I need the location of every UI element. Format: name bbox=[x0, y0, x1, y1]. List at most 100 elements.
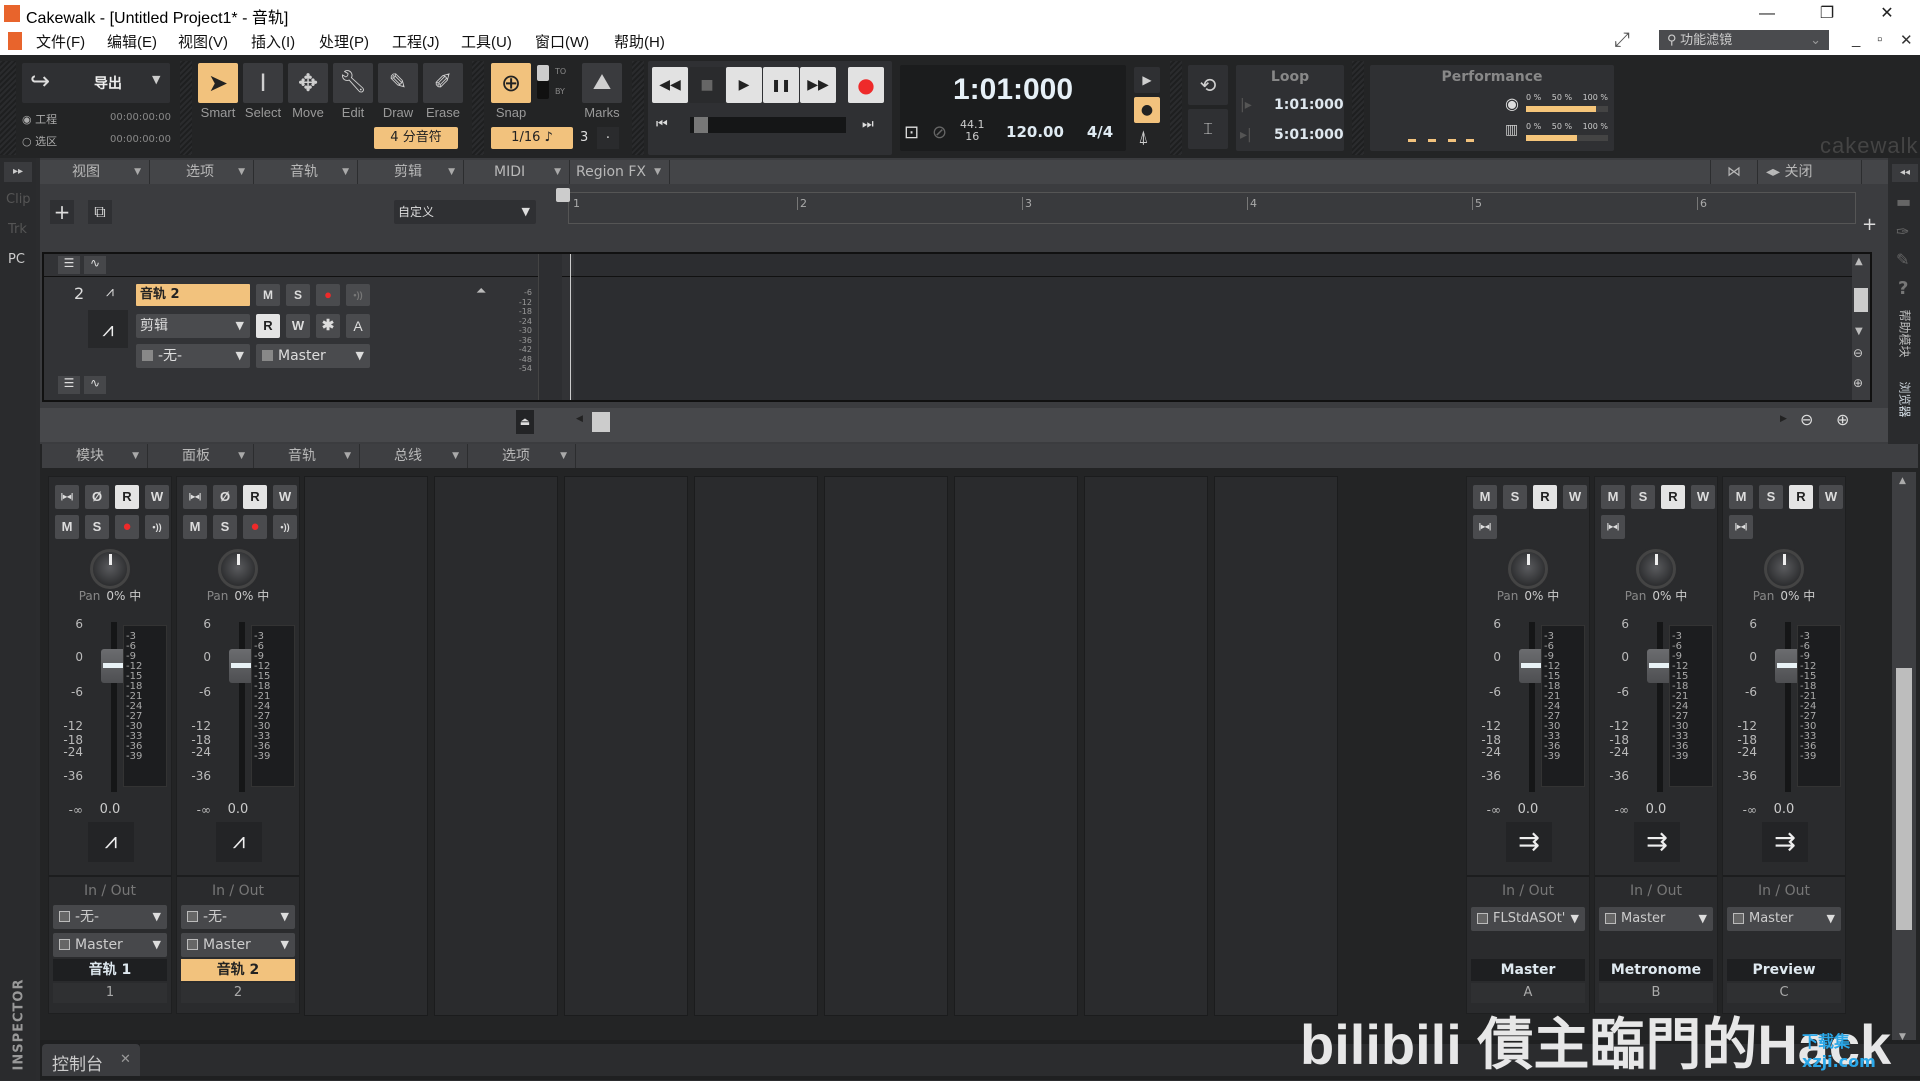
strip-output-dropdown[interactable]: Master ▼ bbox=[181, 933, 295, 957]
track-folder-icon[interactable]: ☰ bbox=[58, 376, 80, 394]
strip-read-button[interactable]: R bbox=[115, 485, 139, 509]
record-mode-button[interactable]: ● bbox=[1134, 97, 1160, 123]
now-time-marker[interactable] bbox=[556, 188, 570, 202]
track-folder-icon[interactable]: ☰ bbox=[58, 256, 80, 274]
metronome-icon[interactable]: ⍋ bbox=[1138, 127, 1149, 148]
menu-insert[interactable]: 插入(I) bbox=[251, 31, 295, 52]
track-edit-mode-dropdown[interactable]: 剪辑 ▼ bbox=[136, 314, 250, 338]
pan-knob[interactable] bbox=[1764, 549, 1804, 589]
loop-toggle-button[interactable]: ⟲ bbox=[1188, 65, 1228, 105]
strip-write-button[interactable]: W bbox=[145, 485, 169, 509]
bus-output-dropdown[interactable]: Master ▼ bbox=[1727, 907, 1841, 931]
close-tab-icon[interactable]: ✕ bbox=[120, 1052, 131, 1067]
midi-panic-icon[interactable]: ⊘ bbox=[932, 122, 947, 143]
menu-help[interactable]: 帮助(H) bbox=[614, 31, 665, 52]
strip-arm-button[interactable]: ● bbox=[115, 515, 139, 539]
strip-write-button[interactable]: W bbox=[273, 485, 297, 509]
rail-trk[interactable]: Trk bbox=[8, 222, 27, 237]
close-button[interactable]: ✕ bbox=[1864, 2, 1910, 26]
scroll-left-icon[interactable]: ◀ bbox=[576, 414, 583, 424]
track-echo-button[interactable]: •)) bbox=[346, 284, 370, 306]
inspector-tab[interactable]: INSPECTOR bbox=[12, 979, 27, 1071]
move-tool-button[interactable]: ✥ bbox=[288, 63, 328, 103]
menu-project[interactable]: 工程(J) bbox=[392, 31, 440, 52]
rail-clip[interactable]: Clip bbox=[6, 192, 31, 207]
menu-tools[interactable]: 工具(U) bbox=[461, 31, 512, 52]
bus-output-dropdown[interactable]: FLStdASOt' ▼ bbox=[1471, 907, 1585, 931]
automation-icon[interactable]: ∿ bbox=[84, 376, 106, 394]
bus-mute-button[interactable]: M bbox=[1601, 485, 1625, 509]
bus-name[interactable]: Preview bbox=[1727, 959, 1841, 981]
bus-read-button[interactable]: R bbox=[1661, 485, 1685, 509]
bus-solo-button[interactable]: S bbox=[1503, 485, 1527, 509]
bus-output-dropdown[interactable]: Master ▼ bbox=[1599, 907, 1713, 931]
strip-output-dropdown[interactable]: Master ▼ bbox=[53, 933, 167, 957]
mdi-minimize-button[interactable]: _ bbox=[1852, 31, 1860, 48]
fader-track[interactable] bbox=[1529, 622, 1535, 792]
track-fx-bypass-button[interactable]: ✱ bbox=[316, 314, 340, 338]
console-vertical-scrollbar[interactable]: ▲ ▼ bbox=[1892, 472, 1916, 1050]
smart-tool-button[interactable]: ➤ bbox=[198, 63, 238, 103]
bus-interleave-button[interactable]: |▸◂| bbox=[1601, 515, 1625, 539]
track-vertical-scrollbar[interactable]: ▲ ▼ ⊖ ⊕ bbox=[1852, 254, 1870, 400]
stop-button[interactable]: ■ bbox=[689, 67, 725, 103]
go-to-start-button[interactable]: ⏮ bbox=[656, 117, 668, 132]
volume-value[interactable]: 0.0 bbox=[49, 802, 171, 817]
track-read-automation-button[interactable]: R bbox=[256, 314, 280, 338]
scroll-right-icon[interactable]: ▶ bbox=[1780, 414, 1787, 424]
bus-read-button[interactable]: R bbox=[1533, 485, 1557, 509]
notes-icon[interactable]: ✎ bbox=[1896, 250, 1909, 269]
console-menu-modules[interactable]: 模块 ▼ bbox=[42, 444, 148, 468]
zoom-out-icon[interactable]: ⊖ bbox=[1853, 346, 1863, 360]
bus-name[interactable]: Master bbox=[1471, 959, 1585, 981]
ruler-add-button[interactable]: + bbox=[1862, 214, 1877, 235]
timeline-ruler[interactable]: 1 2 3 4 5 6 bbox=[568, 192, 1856, 224]
tv-crossfade-button[interactable]: ⋈ bbox=[1710, 160, 1758, 184]
export-button[interactable]: ↪ 导出 ▼ bbox=[22, 63, 170, 103]
pan-knob[interactable] bbox=[218, 549, 258, 589]
feature-filter-dropdown[interactable]: ⚲ 功能滤镜 ⌄ bbox=[1659, 30, 1829, 50]
erase-tool-button[interactable]: ✐ bbox=[423, 63, 463, 103]
bus-write-button[interactable]: W bbox=[1563, 485, 1587, 509]
strip-echo-button[interactable]: •)) bbox=[145, 515, 169, 539]
fullscreen-icon[interactable]: ⤢ bbox=[1614, 29, 1630, 52]
volume-value[interactable]: 0.0 bbox=[177, 802, 299, 817]
meter-display[interactable]: 4/4 bbox=[1078, 123, 1122, 141]
rewind-button[interactable]: ◀◀ bbox=[652, 67, 688, 103]
pan-knob[interactable] bbox=[1636, 549, 1676, 589]
play-options-button[interactable]: ▶ bbox=[1134, 67, 1160, 93]
note-duration-dropdown[interactable]: 4 分音符 bbox=[374, 127, 458, 149]
volume-value[interactable]: 0.0 bbox=[1595, 802, 1717, 817]
track-input-dropdown[interactable]: -无- ▼ bbox=[136, 344, 250, 368]
track-mute-button[interactable]: M bbox=[256, 284, 280, 306]
menu-process[interactable]: 处理(P) bbox=[319, 31, 369, 52]
tv-menu-tracks[interactable]: 音轨 ▼ bbox=[254, 160, 358, 184]
fader-track[interactable] bbox=[239, 622, 245, 792]
audio-engine-icon[interactable]: ⊡ bbox=[904, 122, 919, 143]
track-arm-button[interactable]: ● bbox=[316, 284, 340, 306]
track-archive-button[interactable]: A bbox=[346, 314, 370, 338]
tempo-display[interactable]: 120.00 bbox=[1000, 123, 1070, 141]
rail-pc[interactable]: PC bbox=[8, 252, 25, 267]
scroll-down-icon[interactable]: ▼ bbox=[1855, 326, 1863, 337]
bus-mute-button[interactable]: M bbox=[1473, 485, 1497, 509]
bus-read-button[interactable]: R bbox=[1789, 485, 1813, 509]
fader-track[interactable] bbox=[1657, 622, 1663, 792]
console-menu-options[interactable]: 选项 ▼ bbox=[468, 444, 576, 468]
volume-value[interactable]: 0.0 bbox=[1723, 802, 1845, 817]
snap-value-dropdown[interactable]: 1/16 ♪ bbox=[491, 127, 573, 149]
restore-button[interactable]: ❐ bbox=[1804, 2, 1850, 26]
console-menu-strips[interactable]: 面板 ▼ bbox=[148, 444, 254, 468]
strip-interleave-button[interactable]: |▸◂| bbox=[55, 485, 79, 509]
fast-forward-button[interactable]: ▶▶ bbox=[800, 67, 836, 103]
now-time[interactable]: 1:01:000 bbox=[900, 73, 1126, 107]
bus-write-button[interactable]: W bbox=[1691, 485, 1715, 509]
radio-selection[interactable]: ○ 选区 bbox=[22, 133, 57, 149]
strip-phase-button[interactable]: Ø bbox=[213, 485, 237, 509]
strip-phase-button[interactable]: Ø bbox=[85, 485, 109, 509]
strip-arm-button[interactable]: ● bbox=[243, 515, 267, 539]
console-menu-buses[interactable]: 总线 ▼ bbox=[360, 444, 468, 468]
zoom-in-icon[interactable]: ⊕ bbox=[1836, 410, 1849, 429]
tv-menu-midi[interactable]: MIDI ▼ bbox=[464, 160, 570, 184]
fader-track[interactable] bbox=[1785, 622, 1791, 792]
